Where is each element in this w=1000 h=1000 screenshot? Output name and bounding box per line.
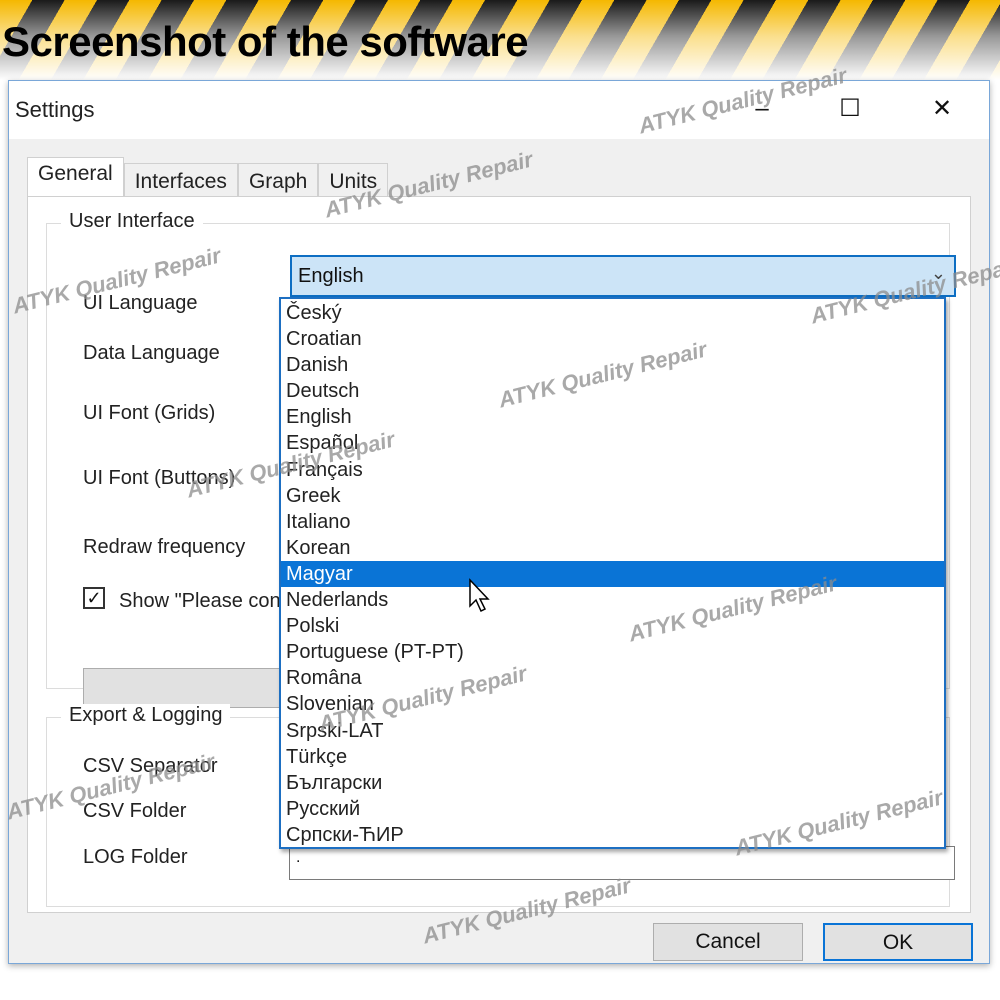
csv-separator-label: CSV Separator xyxy=(83,755,218,777)
dropdown-option[interactable]: Greek xyxy=(281,483,944,509)
dropdown-option[interactable]: Danish xyxy=(281,352,944,378)
ui-font-grids-label: UI Font (Grids) xyxy=(83,402,216,424)
language-dropdown-list[interactable]: Český Croatian Danish Deutsch English Español… xyxy=(279,297,946,849)
show-please-label: Show "Please con xyxy=(119,590,281,612)
close-button[interactable]: ✕ xyxy=(917,91,967,127)
dropdown-option[interactable]: Nederlands xyxy=(281,587,944,613)
chevron-down-icon: ⌄ xyxy=(930,263,946,283)
window-title: Settings xyxy=(15,97,95,122)
redraw-frequency-label: Redraw frequency xyxy=(83,536,246,558)
tab-interfaces[interactable]: Interfaces xyxy=(123,163,238,197)
banner-title: Screenshot of the software xyxy=(2,18,529,65)
tab-units[interactable]: Units xyxy=(318,163,389,197)
ui-language-label: UI Language xyxy=(83,292,198,314)
dropdown-option[interactable]: Italiano xyxy=(281,509,944,535)
csv-folder-label: CSV Folder xyxy=(83,800,187,822)
dropdown-option[interactable]: Croatian xyxy=(281,326,944,352)
title-bar: Settings – ☐ ✕ xyxy=(9,81,989,139)
cancel-button[interactable]: Cancel xyxy=(653,923,803,961)
ui-font-buttons-label: UI Font (Buttons) xyxy=(83,467,236,489)
show-please-checkbox[interactable]: ✓ xyxy=(83,587,105,609)
dropdown-option[interactable]: English xyxy=(281,404,944,430)
group-title: User Interface xyxy=(61,210,203,233)
ui-language-select[interactable]: English ⌄ xyxy=(290,255,956,297)
dropdown-option[interactable]: Portuguese (PT-PT) xyxy=(281,639,944,665)
dropdown-option[interactable]: Français xyxy=(281,457,944,483)
dropdown-option[interactable]: Slovenian xyxy=(281,691,944,717)
dropdown-option[interactable]: Српски-ЋИР xyxy=(281,822,944,848)
tab-general[interactable]: General xyxy=(27,157,124,197)
dropdown-option[interactable]: Русский xyxy=(281,796,944,822)
dropdown-option[interactable]: Español xyxy=(281,430,944,456)
dropdown-option[interactable]: Româna xyxy=(281,665,944,691)
dropdown-option[interactable]: Korean xyxy=(281,535,944,561)
dropdown-option[interactable]: Deutsch xyxy=(281,378,944,404)
group-title: Export & Logging xyxy=(61,704,231,727)
dropdown-option[interactable]: Magyar xyxy=(281,560,944,588)
ui-language-value: English xyxy=(298,265,364,287)
ok-button[interactable]: OK xyxy=(823,923,973,961)
dropdown-option[interactable]: Polski xyxy=(281,613,944,639)
log-folder-input[interactable]: . xyxy=(289,846,955,880)
tab-bar: General Interfaces Graph Units xyxy=(27,157,389,197)
dropdown-option[interactable]: Srpski-LAT xyxy=(281,718,944,744)
data-language-label: Data Language xyxy=(83,342,220,364)
maximize-button[interactable]: ☐ xyxy=(825,91,875,127)
dropdown-option[interactable]: Český xyxy=(281,300,944,326)
dropdown-option[interactable]: Türkçe xyxy=(281,744,944,770)
minimize-button[interactable]: – xyxy=(737,91,787,127)
log-folder-label: LOG Folder xyxy=(83,846,188,868)
dropdown-option[interactable]: Български xyxy=(281,770,944,796)
tab-graph[interactable]: Graph xyxy=(237,163,319,197)
mouse-cursor-icon xyxy=(469,578,490,613)
